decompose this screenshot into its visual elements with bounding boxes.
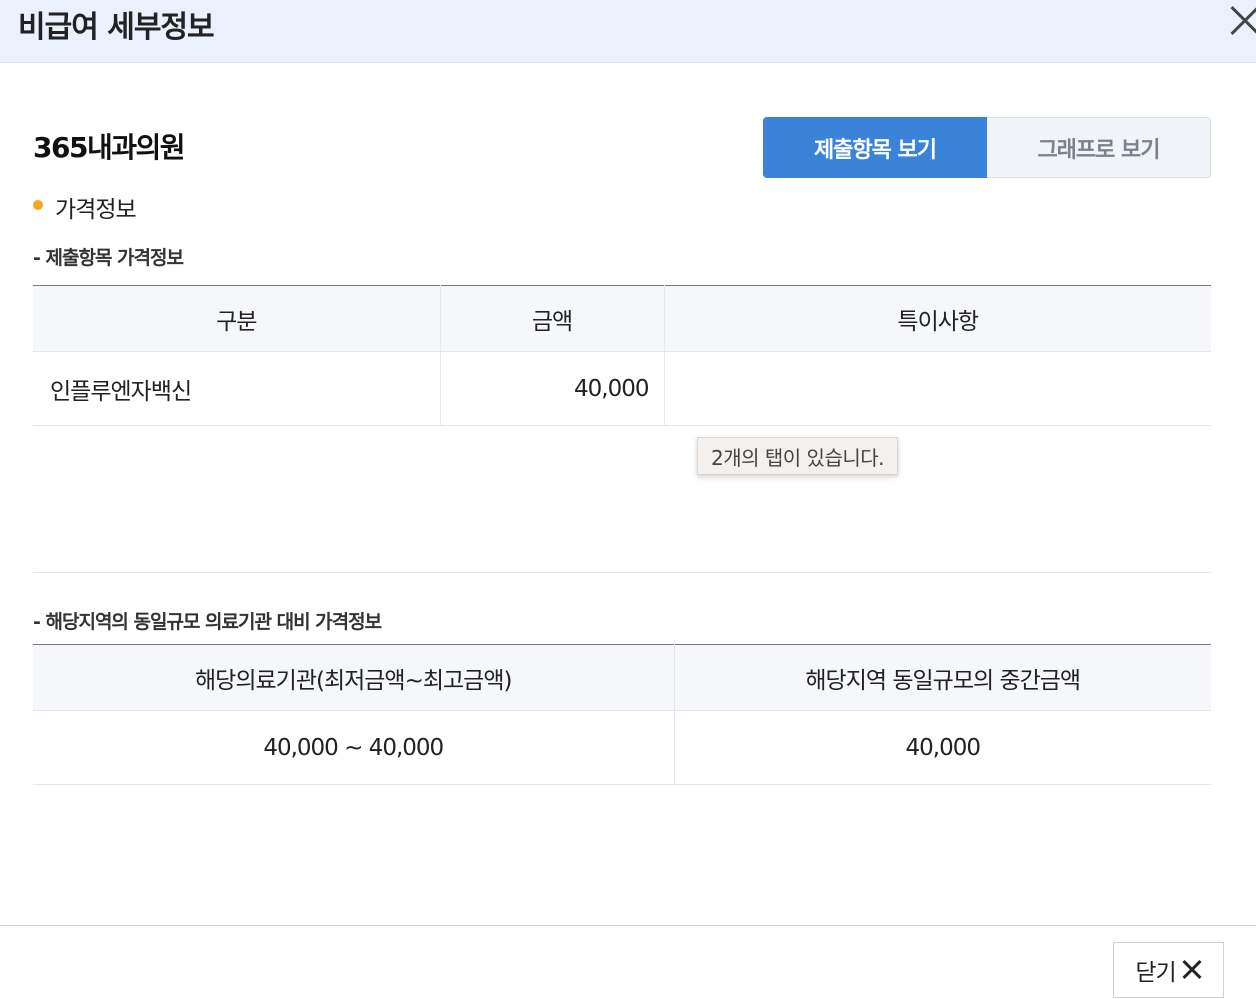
view-tabs: 제출항목 보기 그래프로 보기	[763, 117, 1211, 178]
hospital-name: 365내과의원	[33, 131, 186, 164]
regional-price-subtitle: - 해당지역의 동일규모 의료기관 대비 가격정보	[33, 611, 382, 633]
table-row: 40,000 ~ 40,000 40,000	[33, 710, 1211, 785]
section-title: 가격정보	[33, 190, 137, 224]
column-header-price-range: 해당의료기관(최저금액~최고금액)	[33, 644, 675, 711]
close-icon[interactable]	[1226, 4, 1256, 38]
tab-graph-view[interactable]: 그래프로 보기	[987, 117, 1211, 178]
cell-median: 40,000	[674, 710, 1211, 785]
divider	[33, 572, 1211, 573]
submitted-price-table: 구분 금액 특이사항 인플루엔자백신 40,000	[33, 285, 1211, 426]
close-button-label: 닫기	[1135, 960, 1176, 986]
column-header-median: 해당지역 동일규모의 중간금액	[674, 644, 1211, 711]
modal-title: 비급여 세부정보	[18, 10, 215, 45]
column-header-category: 구분	[33, 285, 441, 352]
section-title-label: 가격정보	[55, 197, 137, 223]
cell-category: 인플루엔자백신	[33, 351, 441, 426]
cell-note	[664, 351, 1211, 426]
tabs-tooltip: 2개의 탭이 있습니다.	[697, 437, 898, 475]
cell-price-range: 40,000 ~ 40,000	[33, 710, 675, 785]
column-header-amount: 금액	[440, 285, 665, 352]
modal-footer: 닫기	[0, 925, 1256, 999]
tab-submitted-items[interactable]: 제출항목 보기	[763, 117, 987, 178]
modal-header: 비급여 세부정보	[0, 0, 1256, 63]
close-button[interactable]: 닫기	[1113, 942, 1224, 998]
column-header-note: 특이사항	[664, 285, 1211, 352]
submitted-price-subtitle: - 제출항목 가격정보	[33, 247, 184, 269]
close-icon	[1182, 960, 1202, 980]
regional-price-table: 해당의료기관(최저금액~최고금액) 해당지역 동일규모의 중간금액 40,000…	[33, 644, 1211, 785]
table-row: 인플루엔자백신 40,000	[33, 351, 1211, 426]
cell-amount: 40,000	[440, 351, 665, 426]
